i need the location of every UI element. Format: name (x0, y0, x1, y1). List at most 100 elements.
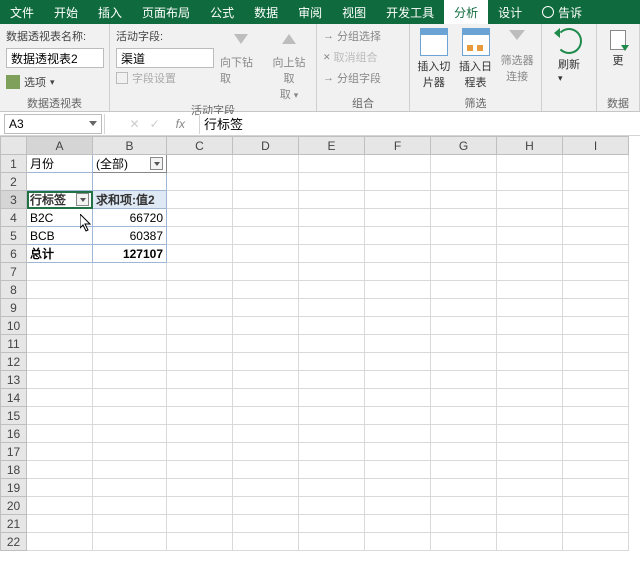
cell-B2[interactable] (93, 173, 167, 191)
cell-E2[interactable] (299, 173, 365, 191)
col-header-G[interactable]: G (431, 137, 497, 155)
cell-D11[interactable] (233, 335, 299, 353)
cell-C12[interactable] (167, 353, 233, 371)
cell-G5[interactable] (431, 227, 497, 245)
cell-I13[interactable] (563, 371, 629, 389)
tab-developer[interactable]: 开发工具 (376, 0, 444, 24)
cell-I6[interactable] (563, 245, 629, 263)
cell-G8[interactable] (431, 281, 497, 299)
cell-E18[interactable] (299, 461, 365, 479)
cell-I9[interactable] (563, 299, 629, 317)
cell-B5[interactable]: 60387 (93, 227, 167, 245)
cell-B13[interactable] (93, 371, 167, 389)
cell-E17[interactable] (299, 443, 365, 461)
cell-D16[interactable] (233, 425, 299, 443)
activefield-input[interactable] (116, 48, 214, 68)
cell-B20[interactable] (93, 497, 167, 515)
cell-G3[interactable] (431, 191, 497, 209)
cell-D14[interactable] (233, 389, 299, 407)
cell-I3[interactable] (563, 191, 629, 209)
cell-I16[interactable] (563, 425, 629, 443)
cell-B18[interactable] (93, 461, 167, 479)
cell-G6[interactable] (431, 245, 497, 263)
cell-A13[interactable] (27, 371, 93, 389)
cell-H14[interactable] (497, 389, 563, 407)
cell-F6[interactable] (365, 245, 431, 263)
cell-H18[interactable] (497, 461, 563, 479)
cell-B9[interactable] (93, 299, 167, 317)
cell-I15[interactable] (563, 407, 629, 425)
cell-I10[interactable] (563, 317, 629, 335)
row-header-16[interactable]: 16 (1, 425, 27, 443)
cell-I14[interactable] (563, 389, 629, 407)
cell-H8[interactable] (497, 281, 563, 299)
cell-E4[interactable] (299, 209, 365, 227)
cell-A3[interactable]: 行标签 (27, 191, 93, 209)
cell-G14[interactable] (431, 389, 497, 407)
cell-F14[interactable] (365, 389, 431, 407)
cell-I5[interactable] (563, 227, 629, 245)
cell-C8[interactable] (167, 281, 233, 299)
cell-D1[interactable] (233, 155, 299, 173)
cell-A12[interactable] (27, 353, 93, 371)
cell-E9[interactable] (299, 299, 365, 317)
row-header-7[interactable]: 7 (1, 263, 27, 281)
tab-view[interactable]: 视图 (332, 0, 376, 24)
cell-G17[interactable] (431, 443, 497, 461)
row-header-18[interactable]: 18 (1, 461, 27, 479)
cell-H19[interactable] (497, 479, 563, 497)
cell-E19[interactable] (299, 479, 365, 497)
cell-A1[interactable]: 月份 (27, 155, 93, 173)
row-header-13[interactable]: 13 (1, 371, 27, 389)
cell-F21[interactable] (365, 515, 431, 533)
row-header-21[interactable]: 21 (1, 515, 27, 533)
spreadsheet-grid[interactable]: ABCDEFGHI1月份(全部)23行标签求和项:值24B2C667205BCB… (0, 136, 640, 576)
ungroup-button[interactable]: 取消组合 (323, 49, 378, 65)
cell-C22[interactable] (167, 533, 233, 551)
cell-D6[interactable] (233, 245, 299, 263)
group-selection-button[interactable]: 分组选择 (323, 28, 381, 44)
cell-F20[interactable] (365, 497, 431, 515)
cell-F22[interactable] (365, 533, 431, 551)
cell-F11[interactable] (365, 335, 431, 353)
cell-H7[interactable] (497, 263, 563, 281)
cell-H4[interactable] (497, 209, 563, 227)
cell-A15[interactable] (27, 407, 93, 425)
cell-E7[interactable] (299, 263, 365, 281)
cell-D4[interactable] (233, 209, 299, 227)
cell-F1[interactable] (365, 155, 431, 173)
cell-A11[interactable] (27, 335, 93, 353)
cell-C21[interactable] (167, 515, 233, 533)
group-field-button[interactable]: 分组字段 (323, 70, 381, 86)
tab-file[interactable]: 文件 (0, 0, 44, 24)
cell-D7[interactable] (233, 263, 299, 281)
cell-A4[interactable]: B2C (27, 209, 93, 227)
col-header-E[interactable]: E (299, 137, 365, 155)
cell-C11[interactable] (167, 335, 233, 353)
cell-A2[interactable] (27, 173, 93, 191)
pivot-name-input[interactable] (6, 48, 104, 68)
cell-H17[interactable] (497, 443, 563, 461)
cell-H21[interactable] (497, 515, 563, 533)
cell-G13[interactable] (431, 371, 497, 389)
cell-D13[interactable] (233, 371, 299, 389)
page-filter-dropdown[interactable] (150, 157, 163, 170)
cell-E6[interactable] (299, 245, 365, 263)
cell-C17[interactable] (167, 443, 233, 461)
cell-A19[interactable] (27, 479, 93, 497)
cell-A7[interactable] (27, 263, 93, 281)
cell-B6[interactable]: 127107 (93, 245, 167, 263)
tell-me[interactable]: 告诉 (532, 0, 592, 24)
cell-C19[interactable] (167, 479, 233, 497)
cell-E12[interactable] (299, 353, 365, 371)
row-header-22[interactable]: 22 (1, 533, 27, 551)
cell-C1[interactable] (167, 155, 233, 173)
col-header-B[interactable]: B (93, 137, 167, 155)
cell-B11[interactable] (93, 335, 167, 353)
cell-A22[interactable] (27, 533, 93, 551)
cell-H15[interactable] (497, 407, 563, 425)
tab-home[interactable]: 开始 (44, 0, 88, 24)
row-header-11[interactable]: 11 (1, 335, 27, 353)
cell-H3[interactable] (497, 191, 563, 209)
cell-E21[interactable] (299, 515, 365, 533)
